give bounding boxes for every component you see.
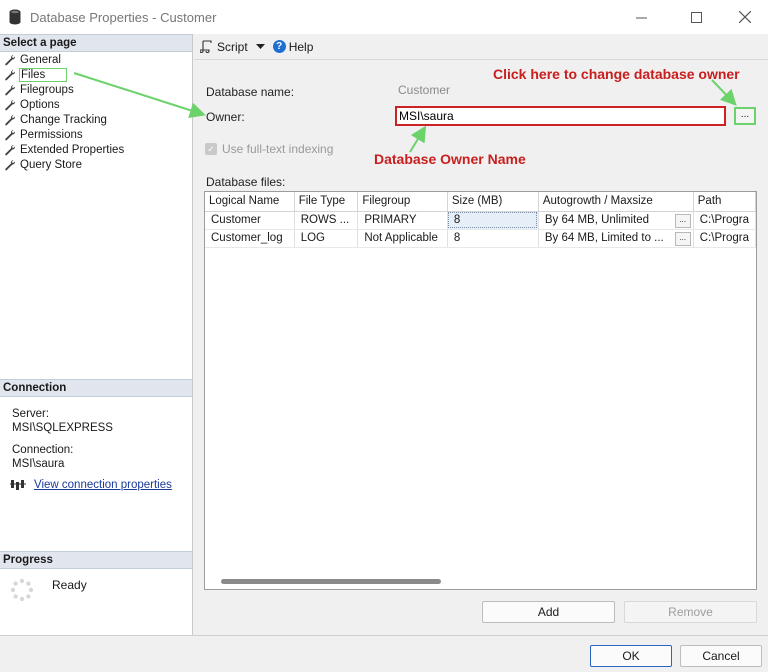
wrench-icon xyxy=(5,54,16,65)
dialog-button-bar: OK Cancel xyxy=(0,635,768,672)
cell-autogrowth[interactable]: By 64 MB, Limited to ... ... xyxy=(538,229,694,248)
cell-file-type[interactable]: ROWS ... xyxy=(294,211,359,230)
wrench-icon xyxy=(5,84,16,95)
connection-info: Connection: MSI\saura xyxy=(12,443,73,471)
fulltext-indexing-label: Use full-text indexing xyxy=(222,142,334,156)
wrench-icon xyxy=(5,129,16,140)
page-item-extended-properties[interactable]: Extended Properties xyxy=(4,142,190,157)
owner-input[interactable] xyxy=(395,106,726,126)
page-item-query-store[interactable]: Query Store xyxy=(4,157,190,172)
page-item-permissions[interactable]: Permissions xyxy=(4,127,190,142)
change-owner-annotation: Click here to change database owner xyxy=(493,66,740,82)
database-properties-window: Database Properties - Customer Select a … xyxy=(0,0,768,672)
window-title: Database Properties - Customer xyxy=(30,10,217,25)
ok-button[interactable]: OK xyxy=(590,645,672,667)
owner-name-arrow xyxy=(409,125,427,153)
spinner-icon xyxy=(10,578,34,602)
table-row[interactable]: Customer_log LOG Not Applicable 8 By 64 … xyxy=(205,229,756,248)
fulltext-indexing-row: ✓ Use full-text indexing xyxy=(205,142,333,156)
column-header-size[interactable]: Size (MB) xyxy=(447,192,539,212)
script-button[interactable]: Script xyxy=(200,40,265,54)
progress-status: Ready xyxy=(52,578,87,592)
page-item-options[interactable]: Options xyxy=(4,97,190,112)
cell-path[interactable]: C:\Progra xyxy=(693,229,756,248)
column-header-autogrowth[interactable]: Autogrowth / Maxsize xyxy=(538,192,694,212)
browse-owner-button[interactable]: ... xyxy=(734,107,756,125)
autogrowth-value: By 64 MB, Limited to ... xyxy=(544,232,664,244)
server-info: Server: MSI\SQLEXPRESS xyxy=(12,407,113,435)
cell-size[interactable]: 8 xyxy=(447,211,539,230)
wrench-icon xyxy=(5,144,16,155)
connection-label: Connection: xyxy=(12,444,74,456)
cell-filegroup[interactable]: Not Applicable xyxy=(357,229,448,248)
title-bar: Database Properties - Customer xyxy=(0,0,768,34)
wrench-icon xyxy=(5,114,16,125)
database-files-grid[interactable]: Logical Name File Type Filegroup Size (M… xyxy=(204,191,757,590)
cell-size[interactable]: 8 xyxy=(447,229,539,248)
cell-autogrowth[interactable]: By 64 MB, Unlimited ... xyxy=(538,211,694,230)
view-connection-properties-link[interactable]: View connection properties xyxy=(34,479,172,491)
help-icon: ? xyxy=(272,40,286,53)
database-name-label: Database name: xyxy=(206,85,295,99)
page-item-change-tracking[interactable]: Change Tracking xyxy=(4,112,190,127)
dropdown-arrow-icon xyxy=(255,43,265,49)
page-item-filegroups[interactable]: Filegroups xyxy=(4,82,190,97)
cell-logical-name[interactable]: Customer_log xyxy=(205,229,295,248)
table-row[interactable]: Customer ROWS ... PRIMARY 8 By 64 MB, Un… xyxy=(205,211,756,230)
database-files-label: Database files: xyxy=(206,175,286,189)
column-header-filegroup[interactable]: Filegroup xyxy=(357,192,448,212)
remove-button[interactable]: Remove xyxy=(624,601,757,623)
owner-label: Owner: xyxy=(206,110,245,124)
view-connection-properties: View connection properties xyxy=(10,478,172,492)
owner-name-annotation: Database Owner Name xyxy=(374,151,526,167)
database-name-value: Customer xyxy=(398,83,451,97)
wrench-icon xyxy=(5,99,16,110)
server-value: MSI\SQLEXPRESS xyxy=(12,422,113,434)
column-header-path[interactable]: Path xyxy=(693,192,756,212)
wrench-icon xyxy=(5,69,16,80)
script-icon xyxy=(200,40,212,53)
column-header-file-type[interactable]: File Type xyxy=(294,192,359,212)
maximize-button[interactable] xyxy=(673,0,719,34)
autogrowth-ellipsis-button[interactable]: ... xyxy=(674,231,691,246)
column-header-logical-name[interactable]: Logical Name xyxy=(205,192,295,212)
fulltext-indexing-checkbox[interactable]: ✓ xyxy=(205,143,217,155)
connection-header: Connection xyxy=(0,379,192,397)
autogrowth-ellipsis-button[interactable]: ... xyxy=(674,213,691,228)
cancel-button[interactable]: Cancel xyxy=(680,645,762,667)
minimize-button[interactable] xyxy=(618,0,664,34)
minimize-icon xyxy=(635,17,647,18)
grid-header-row: Logical Name File Type Filegroup Size (M… xyxy=(205,192,756,212)
cell-filegroup[interactable]: PRIMARY xyxy=(357,211,448,230)
autogrowth-value: By 64 MB, Unlimited xyxy=(544,214,650,226)
close-icon xyxy=(739,11,751,23)
left-pane: Select a page General Files Filegroups O… xyxy=(0,34,193,635)
database-icon xyxy=(9,9,21,25)
add-button[interactable]: Add xyxy=(482,601,615,623)
toolbar: Script ? Help xyxy=(194,34,768,60)
connection-value: MSI\saura xyxy=(12,458,65,470)
page-list: General Files Filegroups Options Change … xyxy=(4,52,190,172)
page-item-files[interactable]: Files xyxy=(4,67,190,82)
close-button[interactable] xyxy=(722,0,768,34)
script-label: Script xyxy=(217,39,248,54)
help-button[interactable]: ? Help xyxy=(272,39,314,54)
cell-path[interactable]: C:\Progra xyxy=(693,211,756,230)
wrench-icon xyxy=(5,159,16,170)
maximize-icon xyxy=(690,11,702,23)
page-item-general[interactable]: General xyxy=(4,52,190,67)
cell-file-type[interactable]: LOG xyxy=(294,229,359,248)
horizontal-scrollbar[interactable] xyxy=(221,579,441,584)
connection-properties-icon xyxy=(10,480,26,490)
help-label: Help xyxy=(288,39,314,54)
progress-header: Progress xyxy=(0,551,192,569)
server-label: Server: xyxy=(12,408,50,420)
change-owner-arrow xyxy=(711,79,737,106)
select-page-header: Select a page xyxy=(0,34,192,52)
cell-logical-name[interactable]: Customer xyxy=(205,211,295,230)
